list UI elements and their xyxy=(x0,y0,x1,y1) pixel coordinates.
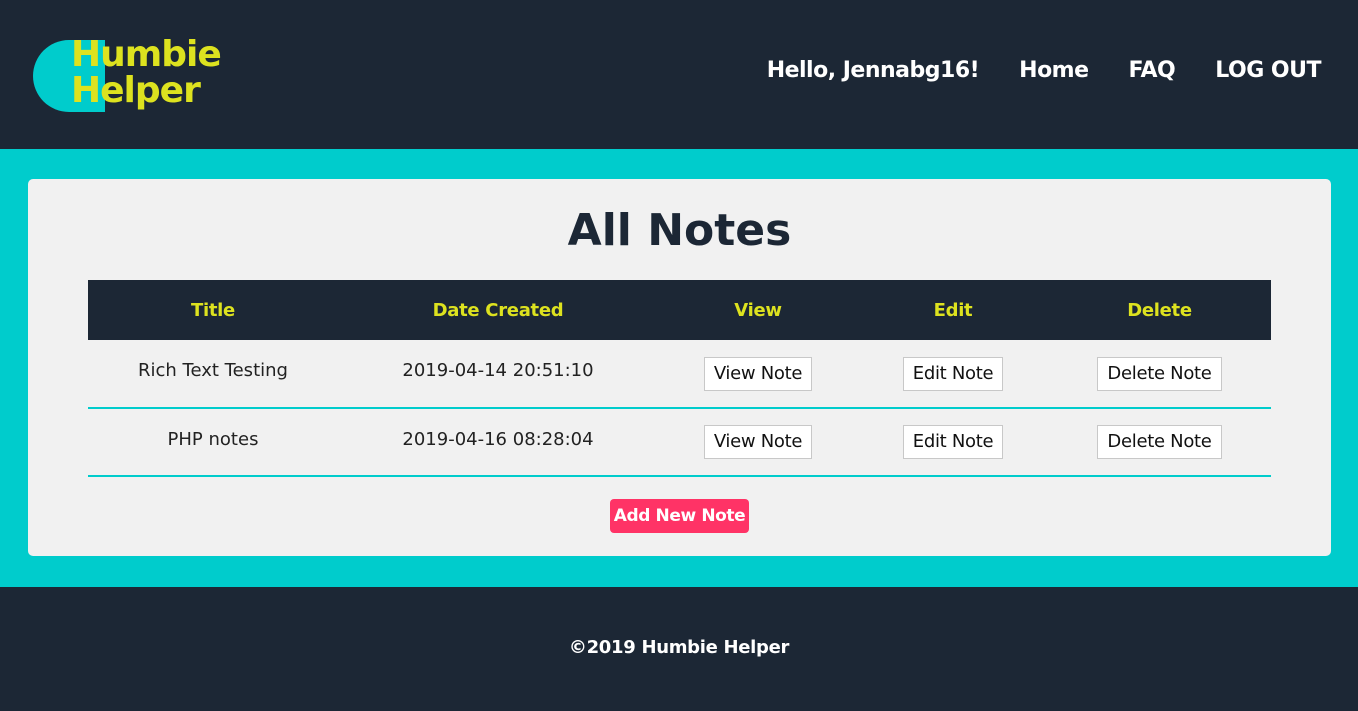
notes-table: Title Date Created View Edit Delete Rich… xyxy=(88,280,1271,477)
delete-cell: Delete Note xyxy=(1048,408,1271,476)
nav-faq-link[interactable]: FAQ xyxy=(1129,58,1176,83)
edit-cell: Edit Note xyxy=(858,340,1048,408)
edit-note-button[interactable]: Edit Note xyxy=(902,425,1004,459)
table-header-row: Title Date Created View Edit Delete xyxy=(88,280,1271,340)
note-title-cell: PHP notes xyxy=(167,428,259,450)
edit-note-button[interactable]: Edit Note xyxy=(902,356,1004,391)
delete-note-button[interactable]: Delete Note xyxy=(1097,425,1222,459)
logo-text: Humbie Helper xyxy=(71,34,222,111)
view-cell: View Note xyxy=(658,408,858,476)
column-header-title: Title xyxy=(191,299,235,321)
main-band: All Notes Title Date Created View Edit D… xyxy=(0,149,1358,587)
view-note-button[interactable]: View Note xyxy=(703,356,813,391)
table-row: PHP notes 2019-04-16 08:28:04 View Note … xyxy=(88,408,1271,476)
brand-logo[interactable]: Humbie Helper xyxy=(33,34,233,120)
site-footer: ©2019 Humbie Helper xyxy=(0,587,1358,711)
table-body: Rich Text Testing 2019-04-14 20:51:10 Vi… xyxy=(88,340,1271,476)
note-date-cell: 2019-04-14 20:51:10 xyxy=(402,360,594,381)
note-title-cell: Rich Text Testing xyxy=(138,360,288,381)
column-header-view: View xyxy=(734,299,782,321)
notes-card: All Notes Title Date Created View Edit D… xyxy=(28,179,1331,556)
note-date-cell: 2019-04-16 08:28:04 xyxy=(402,428,594,450)
edit-cell: Edit Note xyxy=(858,408,1048,476)
column-header-delete: Delete xyxy=(1127,299,1192,321)
top-nav: Hello, Jennabg16! Home FAQ LOG OUT xyxy=(767,58,1322,83)
nav-home-link[interactable]: Home xyxy=(1019,58,1089,83)
table-row: Rich Text Testing 2019-04-14 20:51:10 Vi… xyxy=(88,340,1271,408)
delete-cell: Delete Note xyxy=(1048,340,1271,408)
column-header-edit: Edit xyxy=(933,299,973,321)
user-greeting[interactable]: Hello, Jennabg16! xyxy=(767,58,980,83)
view-note-button[interactable]: View Note xyxy=(703,425,813,459)
column-header-date-created: Date Created xyxy=(432,299,564,321)
site-header: Humbie Helper Hello, Jennabg16! Home FAQ… xyxy=(0,0,1358,149)
table-header: Title Date Created View Edit Delete xyxy=(88,280,1271,340)
view-cell: View Note xyxy=(658,340,858,408)
page-title: All Notes xyxy=(567,205,792,256)
nav-logout-link[interactable]: LOG OUT xyxy=(1215,58,1321,83)
add-new-note-button[interactable]: Add New Note xyxy=(610,499,749,533)
delete-note-button[interactable]: Delete Note xyxy=(1097,356,1222,391)
copyright-text: ©2019 Humbie Helper xyxy=(568,637,790,658)
